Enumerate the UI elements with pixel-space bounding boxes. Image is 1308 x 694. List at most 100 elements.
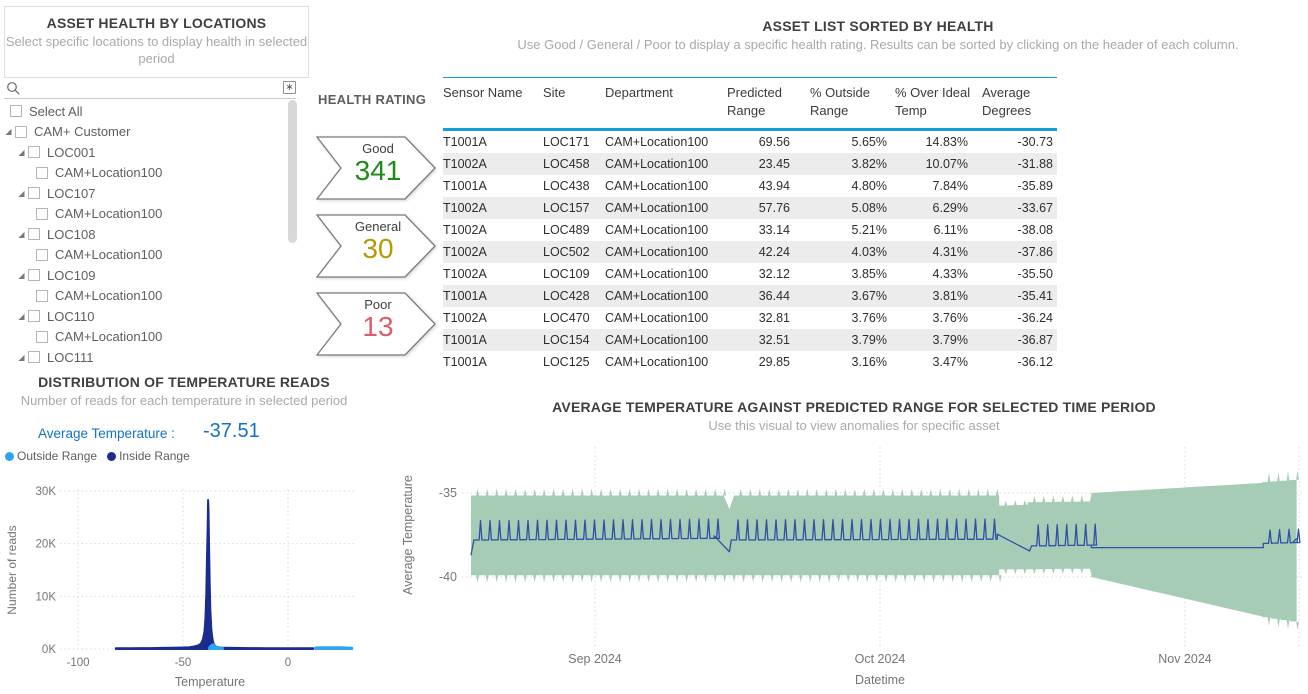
- tree-item[interactable]: ◢LOC110: [0, 306, 286, 327]
- expand-icon[interactable]: ◢: [15, 353, 28, 362]
- column-header[interactable]: % Outside Range: [810, 84, 895, 123]
- table-cell[interactable]: CAM+Location100: [605, 355, 727, 369]
- table-cell[interactable]: LOC154: [543, 333, 605, 347]
- table-cell[interactable]: T1001A: [443, 289, 543, 303]
- table-cell[interactable]: 43.94: [727, 179, 810, 193]
- table-cell[interactable]: 36.44: [727, 289, 810, 303]
- table-cell[interactable]: T1002A: [443, 157, 543, 171]
- expand-icon[interactable]: ◢: [15, 230, 28, 239]
- table-cell[interactable]: T1002A: [443, 245, 543, 259]
- table-cell[interactable]: -35.89: [982, 179, 1057, 193]
- tree-item[interactable]: ◢ LOC108: [0, 224, 286, 245]
- tree-item-label[interactable]: CAM+Location100: [55, 329, 162, 344]
- checkbox[interactable]: [28, 351, 40, 363]
- column-header[interactable]: Average Degrees: [982, 84, 1057, 123]
- table-cell[interactable]: T1002A: [443, 201, 543, 215]
- table-cell[interactable]: -36.24: [982, 311, 1057, 325]
- table-cell[interactable]: T1001A: [443, 355, 543, 369]
- health-chevron-good[interactable]: Good341: [316, 136, 436, 200]
- table-cell[interactable]: CAM+Location100: [605, 157, 727, 171]
- tree-item-label[interactable]: CAM+ Customer: [34, 124, 130, 139]
- table-row[interactable]: T1002ALOC470CAM+Location10032.813.76%3.7…: [443, 307, 1057, 329]
- table-cell[interactable]: T1001A: [443, 179, 543, 193]
- table-cell[interactable]: 3.76%: [895, 311, 982, 325]
- tree-item-label[interactable]: LOC108: [47, 227, 95, 242]
- tree-item-label[interactable]: LOC109: [47, 268, 95, 283]
- table-cell[interactable]: CAM+Location100: [605, 289, 727, 303]
- health-chevron-poor[interactable]: Poor13: [316, 292, 436, 356]
- table-cell[interactable]: 7.84%: [895, 179, 982, 193]
- table-cell[interactable]: LOC438: [543, 179, 605, 193]
- table-row[interactable]: T1001ALOC438CAM+Location10043.944.80%7.8…: [443, 175, 1057, 197]
- checkbox[interactable]: [28, 228, 40, 240]
- expand-icon[interactable]: ◢: [15, 189, 28, 198]
- distribution-chart-svg[interactable]: 0K10K20K30K-100-500Number of readsTemper…: [0, 468, 400, 694]
- table-cell[interactable]: 5.21%: [810, 223, 895, 237]
- table-cell[interactable]: 29.85: [727, 355, 810, 369]
- tree-item[interactable]: CAM+Location100: [0, 204, 286, 225]
- health-chevron-general[interactable]: General30: [316, 214, 436, 278]
- table-cell[interactable]: -36.87: [982, 333, 1057, 347]
- table-cell[interactable]: LOC470: [543, 311, 605, 325]
- checkbox[interactable]: [28, 269, 40, 281]
- table-cell[interactable]: 32.12: [727, 267, 810, 281]
- table-row[interactable]: T1002ALOC109CAM+Location10032.123.85%4.3…: [443, 263, 1057, 285]
- table-cell[interactable]: T1002A: [443, 267, 543, 281]
- checkbox[interactable]: [36, 331, 48, 343]
- table-cell[interactable]: -35.41: [982, 289, 1057, 303]
- table-cell[interactable]: 33.14: [727, 223, 810, 237]
- table-cell[interactable]: 4.33%: [895, 267, 982, 281]
- tree-item[interactable]: CAM+Location100: [0, 286, 286, 307]
- table-cell[interactable]: CAM+Location100: [605, 201, 727, 215]
- tree-item[interactable]: CAM+Location100: [0, 327, 286, 348]
- table-cell[interactable]: CAM+Location100: [605, 311, 727, 325]
- table-cell[interactable]: 3.79%: [895, 333, 982, 347]
- column-header[interactable]: % Over Ideal Temp: [895, 84, 982, 123]
- table-row[interactable]: T1001ALOC154CAM+Location10032.513.79%3.7…: [443, 329, 1057, 351]
- table-cell[interactable]: 32.81: [727, 311, 810, 325]
- checkbox[interactable]: [36, 290, 48, 302]
- temperature-chart-svg[interactable]: -35-40Sep 2024Oct 2024Nov 2024Average Te…: [400, 438, 1308, 694]
- expand-icon[interactable]: ◢: [15, 312, 28, 321]
- table-cell[interactable]: 3.67%: [810, 289, 895, 303]
- tree-item[interactable]: CAM+Location100: [0, 245, 286, 266]
- checkbox[interactable]: [36, 167, 48, 179]
- table-cell[interactable]: -31.88: [982, 157, 1057, 171]
- table-cell[interactable]: 3.79%: [810, 333, 895, 347]
- table-cell[interactable]: 4.31%: [895, 245, 982, 259]
- legend-item[interactable]: Outside Range: [5, 449, 97, 463]
- checkbox[interactable]: [28, 310, 40, 322]
- tree-item[interactable]: ◢LOC001: [0, 142, 286, 163]
- table-cell[interactable]: 3.16%: [810, 355, 895, 369]
- column-header[interactable]: Predicted Range: [727, 84, 810, 123]
- tree-item[interactable]: ◢CAM+ Customer: [0, 122, 286, 143]
- table-cell[interactable]: LOC157: [543, 201, 605, 215]
- table-row[interactable]: T1002ALOC489CAM+Location10033.145.21%6.1…: [443, 219, 1057, 241]
- table-cell[interactable]: T1002A: [443, 311, 543, 325]
- checkbox[interactable]: [28, 187, 40, 199]
- table-cell[interactable]: LOC171: [543, 135, 605, 149]
- table-cell[interactable]: LOC489: [543, 223, 605, 237]
- table-cell[interactable]: LOC458: [543, 157, 605, 171]
- table-cell[interactable]: 3.47%: [895, 355, 982, 369]
- checkbox[interactable]: [36, 208, 48, 220]
- table-cell[interactable]: LOC502: [543, 245, 605, 259]
- table-cell[interactable]: T1002A: [443, 223, 543, 237]
- expand-icon[interactable]: ◢: [15, 148, 28, 157]
- checkbox[interactable]: [28, 146, 40, 158]
- table-row[interactable]: T1001ALOC428CAM+Location10036.443.67%3.8…: [443, 285, 1057, 307]
- table-cell[interactable]: LOC125: [543, 355, 605, 369]
- tree-item-label[interactable]: CAM+Location100: [55, 288, 162, 303]
- table-row[interactable]: T1002ALOC502CAM+Location10042.244.03%4.3…: [443, 241, 1057, 263]
- column-header[interactable]: Site: [543, 84, 605, 123]
- table-cell[interactable]: -33.67: [982, 201, 1057, 215]
- table-cell[interactable]: 5.08%: [810, 201, 895, 215]
- tree-item[interactable]: Select All: [0, 101, 286, 122]
- table-cell[interactable]: T1001A: [443, 333, 543, 347]
- checkbox[interactable]: [10, 105, 22, 117]
- table-cell[interactable]: CAM+Location100: [605, 245, 727, 259]
- tree-item[interactable]: CAM+Location100: [0, 163, 286, 184]
- table-cell[interactable]: CAM+Location100: [605, 223, 727, 237]
- tree-item[interactable]: ◢LOC107: [0, 183, 286, 204]
- table-cell[interactable]: 3.82%: [810, 157, 895, 171]
